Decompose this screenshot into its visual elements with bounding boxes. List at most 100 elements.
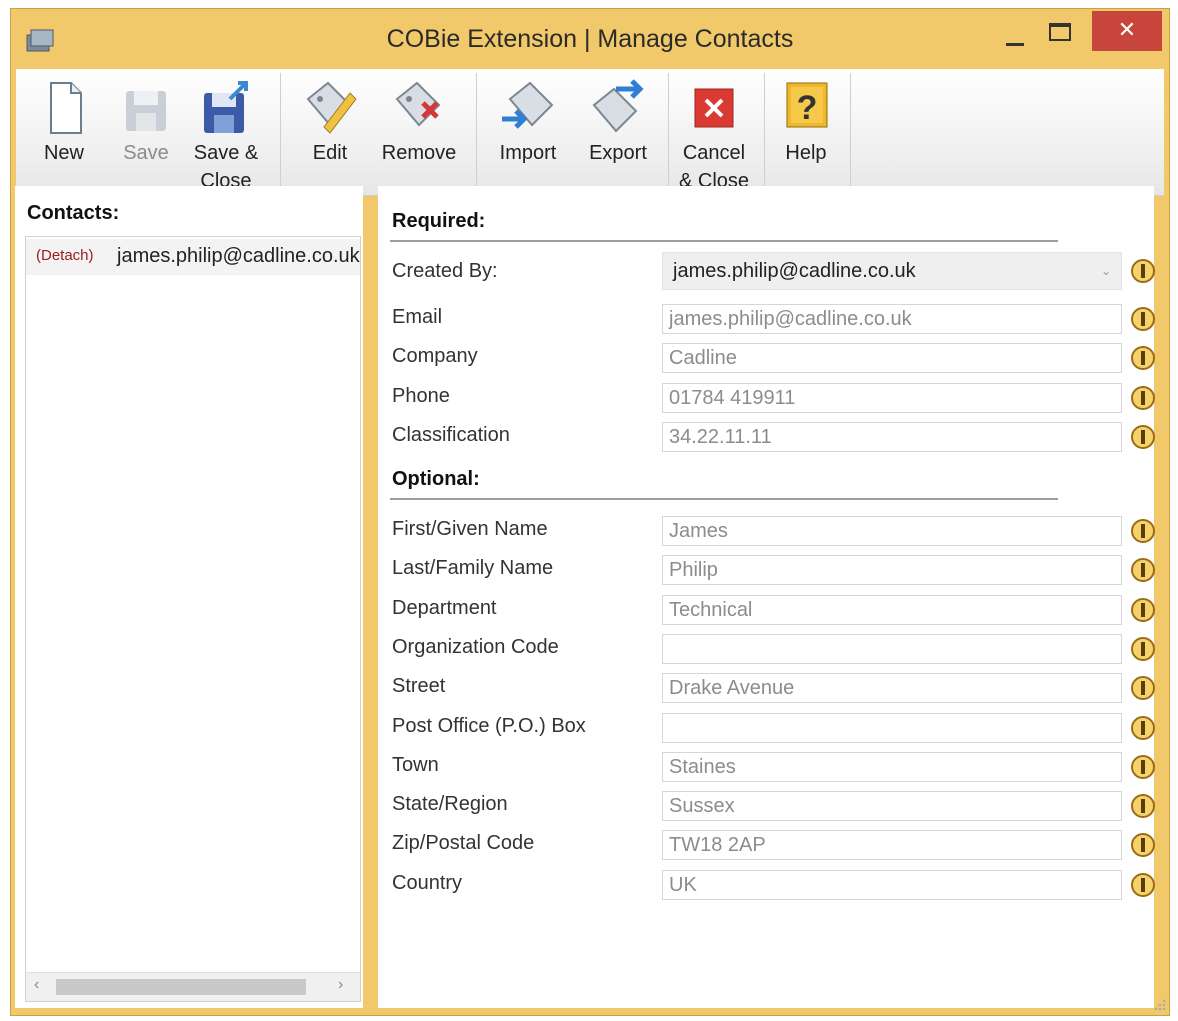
info-icon[interactable] (1130, 832, 1156, 858)
contact-details-form: Required: Created By: james.philip@cadli… (378, 186, 1156, 1008)
info-icon[interactable] (1130, 872, 1156, 898)
info-icon[interactable] (1130, 557, 1156, 583)
contacts-panel: Contacts: (Detach) james.philip@cadline.… (15, 186, 363, 1008)
edit-tag-icon (306, 81, 357, 134)
info-icon[interactable] (1130, 793, 1156, 819)
scrollbar-thumb[interactable] (56, 979, 306, 995)
department-label: Department (392, 596, 497, 619)
close-button[interactable]: ✕ (1092, 11, 1162, 51)
import-button-label: Import (499, 142, 557, 164)
phone-label: Phone (392, 384, 450, 407)
new-button-label: New (43, 142, 84, 164)
horizontal-scrollbar[interactable]: ‹ › (26, 972, 360, 1001)
email-label: Email (392, 306, 443, 328)
minimize-button[interactable] (1004, 31, 1026, 49)
save-disk-icon (126, 91, 166, 131)
created-by-value: james.philip@cadline.co.uk (673, 260, 916, 282)
info-icon[interactable] (1130, 636, 1156, 662)
info-icon[interactable] (1130, 518, 1156, 544)
cancel-close-button[interactable]: Cancel & Close (672, 77, 756, 192)
optional-divider (390, 498, 1058, 500)
classification-field[interactable]: 34.22.11.11 (662, 421, 1122, 452)
title-bar[interactable]: COBie Extension | Manage Contacts ✕ (11, 9, 1169, 69)
required-divider (390, 240, 1058, 242)
email-field[interactable]: james.philip@cadline.co.uk (662, 304, 1122, 334)
state-region-field[interactable]: Sussex (662, 791, 1122, 822)
export-button[interactable]: Export (578, 77, 658, 189)
remove-button-label: Remove (381, 142, 457, 164)
new-button[interactable]: New (36, 77, 92, 189)
classification-label: Classification (392, 423, 510, 446)
save-close-icon (204, 81, 248, 133)
new-document-icon (50, 82, 82, 134)
save-close-button[interactable]: Save & Close (188, 77, 264, 192)
toolbar-separator (850, 73, 851, 191)
toolbar-separator (476, 73, 477, 191)
department-field[interactable]: Technical (662, 594, 1122, 625)
street-field[interactable]: Drake Avenue (662, 673, 1122, 704)
last-family-name-field[interactable]: Philip (662, 555, 1122, 586)
zip-postal-code-label: Zip/Postal Code (392, 832, 535, 855)
detach-link[interactable]: (Detach) (36, 247, 94, 264)
close-icon: ✕ (1117, 17, 1137, 42)
first-given-name-label: First/Given Name (392, 518, 548, 540)
required-header: Required: (392, 210, 486, 232)
scroll-right-icon[interactable]: › (338, 976, 343, 994)
info-icon[interactable] (1130, 306, 1156, 332)
info-icon[interactable] (1130, 424, 1156, 450)
chevron-down-icon: ⌄ (1100, 264, 1111, 278)
company-field[interactable]: Cadline (662, 343, 1122, 374)
created-by-label: Created By: (392, 260, 498, 282)
toolbar-separator (280, 73, 281, 191)
edit-button[interactable]: Edit (292, 77, 368, 189)
contacts-list[interactable]: (Detach) james.philip@cadline.co.uk ‹ › (25, 236, 361, 1002)
contacts-header: Contacts: (27, 202, 120, 224)
import-tag-icon (502, 81, 554, 129)
country-label: Country (392, 871, 463, 894)
help-button-label: Help (785, 142, 827, 164)
street-label: Street (392, 675, 446, 698)
company-label: Company (392, 345, 478, 368)
last-family-name-label: Last/Family Name (392, 557, 554, 580)
zip-postal-code-field[interactable]: TW18 2AP (662, 830, 1122, 861)
post-office-p-o-box-field[interactable] (662, 712, 1122, 743)
help-icon: ? (786, 82, 828, 128)
help-button[interactable]: ? Help (772, 77, 840, 189)
town-label: Town (392, 753, 439, 776)
optional-header: Optional: (392, 468, 480, 490)
cancel-close-icon (694, 88, 734, 128)
save-button[interactable]: Save (118, 77, 174, 189)
state-region-label: State/Region (392, 793, 508, 816)
export-tag-icon (592, 79, 644, 133)
scroll-left-icon[interactable]: ‹ (34, 976, 39, 994)
organization-code-label: Organization Code (392, 635, 559, 658)
edit-button-label: Edit (312, 142, 348, 164)
post-office-p-o-box-label: Post Office (P.O.) Box (392, 714, 586, 737)
remove-tag-icon (395, 81, 441, 127)
info-icon[interactable] (1130, 385, 1156, 411)
town-field[interactable]: Staines (662, 751, 1122, 782)
maximize-button[interactable] (1049, 23, 1071, 41)
info-icon[interactable] (1130, 258, 1156, 284)
remove-button[interactable]: Remove (376, 77, 462, 189)
export-button-label: Export (589, 142, 647, 164)
info-icon[interactable] (1130, 675, 1156, 701)
info-icon[interactable] (1130, 715, 1156, 741)
created-by-dropdown[interactable]: james.philip@cadline.co.uk ⌄ (662, 252, 1122, 290)
organization-code-field[interactable] (662, 633, 1122, 664)
country-field[interactable]: UK (662, 869, 1122, 900)
save-button-label: Save (123, 142, 169, 164)
svg-text:?: ? (797, 89, 818, 127)
first-given-name-field[interactable]: James (662, 516, 1122, 546)
info-icon[interactable] (1130, 754, 1156, 780)
phone-field[interactable]: 01784 419911 (662, 382, 1122, 413)
info-icon[interactable] (1130, 345, 1156, 371)
list-item[interactable]: (Detach) james.philip@cadline.co.uk (26, 239, 360, 275)
toolbar-ribbon: New Save Save & Close Edit Remove Import… (16, 69, 1164, 196)
toolbar-separator (764, 73, 765, 191)
resize-grip-icon[interactable] (1152, 997, 1166, 1011)
window-title: COBie Extension | Manage Contacts (386, 25, 794, 53)
contact-email: james.philip@cadline.co.uk (117, 245, 360, 267)
info-icon[interactable] (1130, 597, 1156, 623)
import-button[interactable]: Import (488, 77, 568, 189)
